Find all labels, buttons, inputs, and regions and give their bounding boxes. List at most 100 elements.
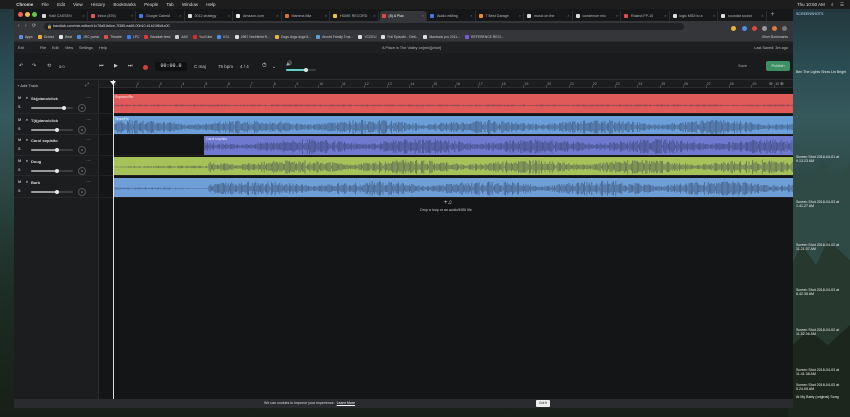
master-volume-knob[interactable] bbox=[304, 68, 309, 72]
notification-center-icon[interactable]: ☰ bbox=[840, 0, 844, 9]
track-volume-slider[interactable] bbox=[31, 148, 73, 152]
daw-menu-edit[interactable]: Edit bbox=[52, 43, 59, 53]
mac-menu-help[interactable]: Help bbox=[206, 0, 215, 9]
close-tab-icon[interactable]: × bbox=[373, 11, 375, 21]
chevron-down-icon[interactable]: ⌄ bbox=[272, 63, 276, 72]
track-menu-icon[interactable]: ··· bbox=[86, 95, 91, 101]
learn-more-link[interactable]: Learn More bbox=[337, 401, 355, 405]
close-tab-icon[interactable]: × bbox=[664, 11, 666, 21]
app-name-menu[interactable]: Chrome bbox=[16, 0, 33, 9]
track-header[interactable]: M S ♦ Sk(piano/click ··· ⊙ bbox=[14, 93, 99, 114]
tab-roland-fp-10[interactable]: Roland FP-10 × bbox=[622, 11, 670, 21]
track-volume-knob[interactable] bbox=[61, 106, 66, 110]
extension-icon[interactable] bbox=[741, 26, 747, 32]
close-tab-icon[interactable]: × bbox=[713, 11, 715, 21]
close-tab-icon[interactable]: × bbox=[131, 11, 133, 21]
drop-zone[interactable]: +♫ Drop a loop or an audio/MIDI file bbox=[99, 194, 793, 219]
spotlight-search-icon[interactable]: ⌕ bbox=[831, 0, 834, 9]
back-icon[interactable]: ‹ bbox=[18, 21, 20, 32]
close-tab-icon[interactable]: × bbox=[616, 11, 618, 21]
publish-button[interactable]: Publish bbox=[766, 61, 790, 71]
redo-icon[interactable]: ↷ bbox=[32, 62, 36, 71]
extension-icon[interactable] bbox=[761, 26, 767, 32]
record-icon[interactable] bbox=[143, 65, 148, 70]
track-volume-slider[interactable] bbox=[31, 169, 73, 173]
bookmark-bandlab-feed[interactable]: Bandlab feed bbox=[144, 32, 170, 41]
track-name[interactable]: Doug bbox=[31, 159, 41, 164]
minimize-window-icon[interactable] bbox=[25, 12, 30, 17]
solo-button[interactable]: S bbox=[18, 189, 21, 193]
add-track-button[interactable]: + Add Track bbox=[17, 83, 38, 88]
track-header[interactable]: M S ♦ Carol sop/alto ··· ⊙ bbox=[14, 135, 99, 156]
track-menu-icon[interactable]: ··· bbox=[86, 137, 91, 143]
mute-button[interactable]: M bbox=[18, 118, 21, 122]
tab-8-a-plac[interactable]: (8) A Plac × bbox=[379, 11, 427, 21]
mac-menu-window[interactable]: Window bbox=[182, 0, 198, 9]
zoom-out-icon[interactable]: ⊖ bbox=[769, 80, 773, 88]
bookmark-youtube[interactable]: YouTube bbox=[192, 32, 212, 41]
tab-soundat-sound[interactable]: soundat sound × bbox=[719, 11, 767, 21]
metronome-icon[interactable]: ⏱ bbox=[262, 63, 267, 70]
track-header[interactable]: M S ♦ T(t(piano/click ··· ⊙ bbox=[14, 115, 99, 135]
close-tab-icon[interactable]: × bbox=[470, 11, 472, 21]
daw-menu-view[interactable]: View bbox=[65, 43, 73, 53]
key-selector[interactable]: C maj bbox=[194, 64, 206, 69]
undo-icon[interactable]: ↶ bbox=[19, 62, 23, 71]
mac-menu-bookmarks[interactable]: Bookmarks bbox=[113, 0, 136, 9]
got-it-button[interactable]: Got it bbox=[536, 400, 550, 407]
bookmark-macbook-pro-2011[interactable]: Macbook pro 2011... bbox=[423, 32, 460, 41]
mac-menu-file[interactable]: File bbox=[42, 0, 49, 9]
bookmark-apps[interactable]: Apps bbox=[19, 32, 33, 41]
solo-button[interactable]: S bbox=[18, 147, 21, 151]
close-tab-icon[interactable]: × bbox=[228, 11, 230, 21]
track-header[interactable]: M S ♦ Barb ··· ⊙ bbox=[14, 177, 99, 198]
tab-condenser-mic[interactable]: condenser mic × bbox=[574, 11, 621, 21]
menu-dots-icon[interactable] bbox=[782, 26, 787, 32]
menu-clock[interactable]: Thu 10:50 AM bbox=[797, 0, 825, 9]
pan-knob[interactable]: ⊙ bbox=[78, 126, 86, 134]
bookmark-school[interactable]: School bbox=[37, 32, 54, 41]
track-lane[interactable] bbox=[99, 156, 793, 176]
bookmark-ksl[interactable]: KSL bbox=[217, 32, 230, 41]
bookmark-dogs-dogs-dogs-8[interactable]: Dogs dogs dogs 8... bbox=[274, 32, 311, 41]
track-lane[interactable]: Tenor/Re bbox=[99, 115, 793, 135]
time-signature-field[interactable]: 4 / 4 bbox=[240, 64, 249, 69]
track-volume-knob[interactable] bbox=[55, 190, 60, 194]
bookmark-full-episode-gett[interactable]: Full Episode - Gett... bbox=[381, 32, 418, 41]
track-lane[interactable]: Carol sop/alto bbox=[99, 135, 793, 156]
bookmark-star-icon[interactable] bbox=[731, 26, 737, 32]
audio-region[interactable]: Carol sop/alto bbox=[204, 136, 793, 155]
tab-amazon-com[interactable]: Amazon.com × bbox=[234, 11, 282, 21]
track-volume-knob[interactable] bbox=[55, 169, 60, 173]
track-name[interactable]: T(t(piano/click bbox=[31, 118, 58, 123]
collapse-icon[interactable]: ⤢ bbox=[85, 82, 89, 88]
address-bar[interactable]: 🔒 bandlab.com/mix-editor/e1c78a51b6ce-7f… bbox=[44, 23, 684, 30]
mute-button[interactable]: M bbox=[18, 180, 21, 184]
tab-audio-editing[interactable]: Audio editing × bbox=[428, 11, 476, 21]
audio-region[interactable]: Soprano/Re bbox=[113, 94, 793, 113]
mac-menu-history[interactable]: History bbox=[91, 0, 105, 9]
bookmark-ycceli[interactable]: YCCELI bbox=[358, 32, 376, 41]
close-tab-icon[interactable]: × bbox=[422, 11, 424, 21]
playhead-handle[interactable] bbox=[110, 81, 116, 85]
tempo-field[interactable]: 75 bpm bbox=[218, 64, 233, 69]
pan-knob[interactable]: ⊙ bbox=[78, 146, 86, 154]
close-tab-icon[interactable]: × bbox=[82, 11, 84, 21]
fast-forward-icon[interactable]: ⏭ bbox=[128, 62, 133, 71]
bookmark-lpc[interactable]: LPC bbox=[126, 32, 139, 41]
mac-menu-tab[interactable]: Tab bbox=[166, 0, 173, 9]
daw-menu-file[interactable]: File bbox=[40, 43, 46, 53]
zoom-window-icon[interactable] bbox=[32, 12, 37, 17]
pan-knob[interactable]: ⊙ bbox=[78, 167, 86, 175]
bookmark-beat[interactable]: Beat bbox=[59, 32, 72, 41]
track-volume-slider[interactable] bbox=[31, 190, 73, 194]
track-name[interactable]: Barb bbox=[31, 180, 40, 185]
track-volume-slider[interactable] bbox=[31, 106, 73, 110]
mac-menu-edit[interactable]: Edit bbox=[57, 0, 65, 9]
mute-button[interactable]: M bbox=[18, 96, 21, 100]
track-menu-icon[interactable]: ··· bbox=[86, 179, 91, 185]
solo-button[interactable]: S bbox=[18, 127, 21, 131]
playhead[interactable] bbox=[113, 80, 114, 408]
daw-menu-settings[interactable]: Settings bbox=[79, 43, 93, 53]
tab-7-best-garage[interactable]: 7 Best Garage × bbox=[477, 11, 524, 21]
